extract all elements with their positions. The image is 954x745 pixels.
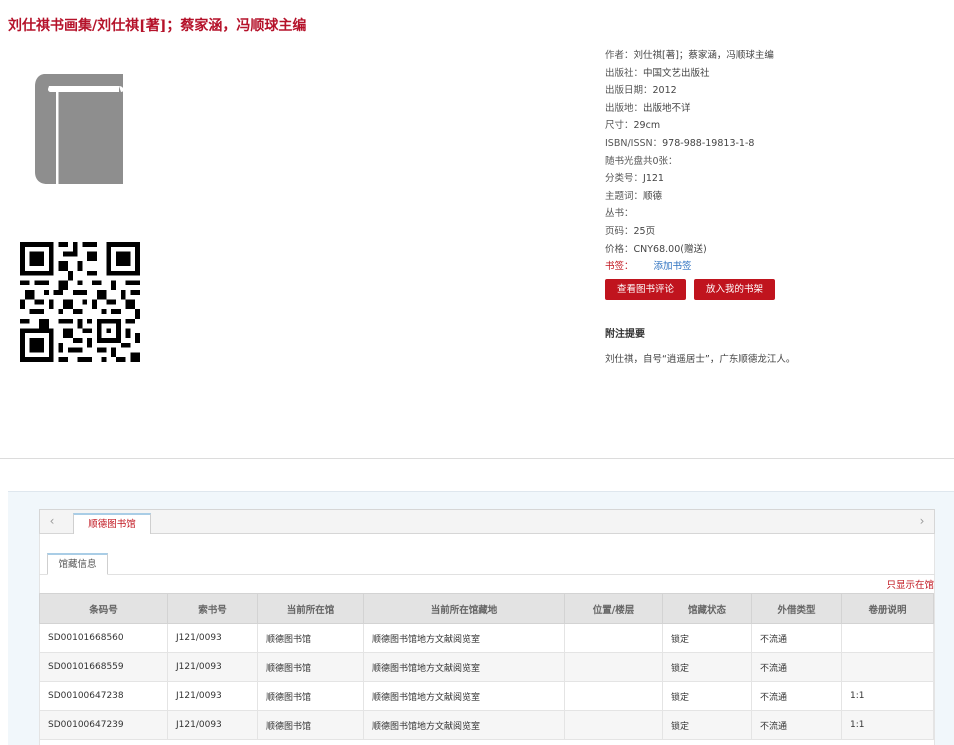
cell-barcode: SD00101668560 [39, 623, 168, 653]
view-reviews-button[interactable]: 查看图书评论 [605, 279, 686, 300]
cell-location: 顺德图书馆地方文献阅览室 [363, 710, 565, 740]
cell-call-number: J121/0093 [167, 681, 258, 711]
meta-cd: 随书光盘共0张： [605, 155, 678, 167]
col-current-library: 当前所在馆 [257, 593, 364, 624]
meta-size: 尺寸：29cm [605, 120, 661, 132]
col-loan-type: 外借类型 [751, 593, 842, 624]
meta-publisher: 出版社：中国文艺出版社 [605, 67, 710, 79]
cell-library: 顺德图书馆 [257, 652, 364, 682]
cell-floor [564, 652, 663, 682]
cell-library: 顺德图书馆 [257, 681, 364, 711]
meta-class-number: 分类号：J121 [605, 173, 664, 185]
page-title: 刘仕祺书画集/刘仕祺[著]；蔡家涵，冯顺球主编 [8, 18, 307, 34]
table-row: SD00100647238 J121/0093 顺德图书馆 顺德图书馆地方文献阅… [39, 681, 934, 711]
col-volume-note: 卷册说明 [841, 593, 934, 624]
tab-shunde-library[interactable]: 顺德图书馆 [73, 513, 151, 534]
cell-barcode: SD00101668559 [39, 652, 168, 682]
col-current-location: 当前所在馆藏地 [363, 593, 565, 624]
only-show-available-link[interactable]: 只显示在馆 [886, 577, 934, 591]
cell-status: 锁定 [662, 623, 752, 653]
cell-volume-note: 1:1 [841, 710, 934, 740]
qr-code-icon [20, 242, 140, 362]
cell-status: 锁定 [662, 681, 752, 711]
book-cover-icon [35, 74, 124, 184]
library-tabbar: ‹ 顺德图书馆 › [39, 509, 935, 534]
cell-floor [564, 623, 663, 653]
meta-subject: 主题词：顺德 [605, 190, 663, 202]
table-row: SD00101668559 J121/0093 顺德图书馆 顺德图书馆地方文献阅… [39, 652, 934, 682]
table-row: SD00101668560 J121/0093 顺德图书馆 顺德图书馆地方文献阅… [39, 623, 934, 653]
table-header-row: 条码号 索书号 当前所在馆 当前所在馆藏地 位置/楼层 馆藏状态 外借类型 卷册… [39, 593, 934, 624]
cell-location: 顺德图书馆地方文献阅览室 [363, 652, 565, 682]
meta-pub-place: 出版地：出版地不详 [605, 102, 691, 114]
meta-bookmark: 书签： 添加书签 [605, 261, 692, 273]
cell-loan-type: 不流通 [751, 681, 842, 711]
section-divider [0, 458, 954, 459]
table-row: SD00100647239 J121/0093 顺德图书馆 顺德图书馆地方文献阅… [39, 710, 934, 740]
col-barcode: 条码号 [39, 593, 168, 624]
cell-status: 锁定 [662, 710, 752, 740]
cell-loan-type: 不流通 [751, 652, 842, 682]
meta-series: 丛书： [605, 208, 634, 220]
tab-scroll-right-icon[interactable]: › [910, 510, 934, 533]
meta-isbn: ISBN/ISSN：978-988-19813-1-8 [605, 137, 755, 149]
meta-pages: 页码：25页 [605, 225, 656, 237]
book-metadata: 作者：刘仕祺[著]；蔡家涵，冯顺球主编 出版社：中国文艺出版社 出版日期：201… [605, 47, 950, 276]
tab-scroll-left-icon[interactable]: ‹ [40, 510, 64, 533]
cell-barcode: SD00100647239 [39, 710, 168, 740]
cell-library: 顺德图书馆 [257, 623, 364, 653]
cell-volume-note: 1:1 [841, 681, 934, 711]
cell-location: 顺德图书馆地方文献阅览室 [363, 623, 565, 653]
meta-author: 作者：刘仕祺[著]；蔡家涵，冯顺球主编 [605, 50, 774, 61]
holdings-table: 条码号 索书号 当前所在馆 当前所在馆藏地 位置/楼层 馆藏状态 外借类型 卷册… [39, 593, 934, 740]
cell-volume-note [841, 623, 934, 653]
cell-call-number: J121/0093 [167, 652, 258, 682]
notes-text: 刘仕祺，自号“逍遥居士”，广东顺德龙江人。 [605, 354, 796, 365]
subtab-divider [39, 574, 935, 575]
tab-holdings-info[interactable]: 馆藏信息 [47, 553, 108, 575]
col-call-number: 索书号 [167, 593, 258, 624]
col-status: 馆藏状态 [662, 593, 752, 624]
add-bookmark-link[interactable]: 添加书签 [654, 261, 692, 272]
add-to-shelf-button[interactable]: 放入我的书架 [694, 279, 775, 300]
col-floor: 位置/楼层 [564, 593, 663, 624]
cell-volume-note [841, 652, 934, 682]
cell-call-number: J121/0093 [167, 623, 258, 653]
notes-heading: 附注提要 [605, 329, 645, 340]
cell-location: 顺德图书馆地方文献阅览室 [363, 681, 565, 711]
cell-floor [564, 681, 663, 711]
cell-loan-type: 不流通 [751, 623, 842, 653]
cell-library: 顺德图书馆 [257, 710, 364, 740]
cell-barcode: SD00100647238 [39, 681, 168, 711]
cell-floor [564, 710, 663, 740]
cell-call-number: J121/0093 [167, 710, 258, 740]
cell-status: 锁定 [662, 652, 752, 682]
meta-price: 价格：CNY68.00(赠送) [605, 243, 707, 255]
meta-pub-date: 出版日期：2012 [605, 85, 677, 97]
cell-loan-type: 不流通 [751, 710, 842, 740]
